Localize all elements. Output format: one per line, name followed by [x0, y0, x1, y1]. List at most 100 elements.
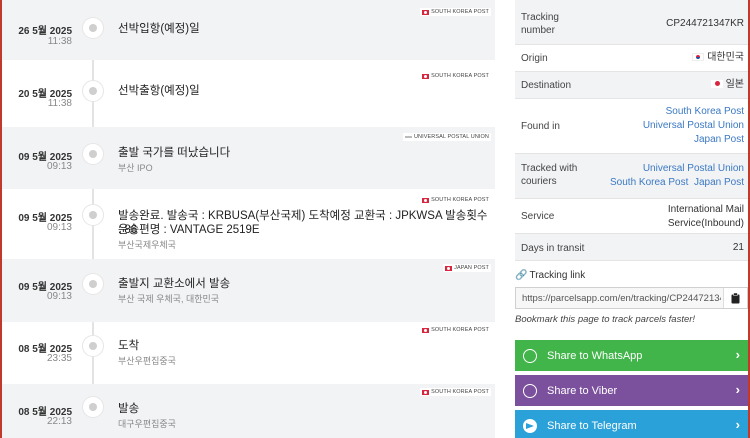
- tracking-link-input[interactable]: [516, 288, 721, 308]
- timeline-event: 20 5월 2025 11:38 선박출항(예정)일 SOUTH KOREA P…: [2, 64, 495, 126]
- event-title: 도착: [118, 340, 140, 352]
- event-location: 부산국제우체국: [118, 240, 176, 250]
- courier-name: SOUTH KOREA POST: [431, 327, 489, 333]
- courier-flag-icon: [422, 327, 430, 333]
- event-title: 발송: [118, 403, 140, 415]
- courier-link[interactable]: Japan Post: [694, 177, 744, 188]
- share-telegram-button[interactable]: Share to Telegram ›: [515, 410, 748, 438]
- timeline-dot: [82, 143, 104, 165]
- courier-tag: UNIVERSAL POSTAL UNION: [402, 133, 491, 141]
- courier-tag: SOUTH KOREA POST: [420, 196, 491, 204]
- courier-link[interactable]: South Korea Post: [610, 177, 688, 188]
- courier-flag-icon: [404, 136, 412, 138]
- viber-icon: [523, 383, 537, 398]
- share-whatsapp-button[interactable]: Share to WhatsApp ›: [515, 340, 748, 371]
- event-time: 23:35: [46, 353, 72, 364]
- service-value: International Mail Service(Inbound): [667, 204, 744, 229]
- destination-country: 일본: [725, 79, 744, 90]
- telegram-icon: [523, 418, 537, 433]
- tracking-number-row: Tracking number CP244721347KR: [515, 0, 748, 44]
- courier-tag: SOUTH KOREA POST: [420, 8, 491, 16]
- courier-flag-icon: [445, 265, 453, 271]
- timeline-event: 08 5월 2025 22:13 발송 대구우편집중국 SOUTH KOREA …: [2, 384, 495, 438]
- share-telegram-label: Share to Telegram: [547, 419, 637, 432]
- parcel-info-panel: Tracking number CP244721347KR Origin 대한민…: [515, 0, 748, 438]
- found-in-link[interactable]: Japan Post: [643, 133, 744, 147]
- event-time: 09:13: [46, 222, 72, 233]
- found-in-list: South Korea Post Universal Postal Union …: [643, 105, 744, 147]
- courier-name: SOUTH KOREA POST: [431, 389, 489, 395]
- courier-link[interactable]: Universal Postal Union: [610, 162, 744, 176]
- tracking-link-title: Tracking link: [529, 270, 586, 281]
- event-time: 09:13: [46, 161, 72, 172]
- courier-tag: SOUTH KOREA POST: [420, 326, 491, 334]
- event-time: 22:13: [46, 416, 72, 427]
- found-in-link[interactable]: Universal Postal Union: [643, 119, 744, 133]
- courier-name: SOUTH KOREA POST: [431, 73, 489, 79]
- service-label: Service: [521, 211, 555, 222]
- days-in-transit-row: Days in transit 21: [515, 233, 748, 261]
- destination-value: 일본: [710, 78, 744, 92]
- tracking-link-heading: 🔗 Tracking link: [515, 270, 585, 281]
- event-time: 11:38: [47, 36, 72, 47]
- timeline-dot: [82, 80, 104, 102]
- korea-flag-icon: [692, 53, 705, 61]
- timeline-dot: [82, 204, 104, 226]
- whatsapp-icon: [523, 348, 537, 363]
- courier-flag-icon: [422, 389, 430, 395]
- timeline-event: 08 5월 2025 23:35 도착 부산우편집중국 SOUTH KOREA …: [2, 323, 495, 383]
- origin-label: Origin: [521, 53, 548, 64]
- tracked-couriers-row: Tracked with couriers Universal Postal U…: [515, 153, 748, 198]
- timeline-dot: [82, 396, 104, 418]
- destination-label: Destination: [521, 80, 572, 91]
- event-title: 출발 국가를 떠났습니다: [118, 147, 231, 159]
- tracked-couriers-label: Tracked with couriers: [521, 163, 578, 187]
- courier-tag: SOUTH KOREA POST: [420, 388, 491, 396]
- copy-link-button[interactable]: [723, 288, 747, 308]
- timeline-dot: [82, 17, 104, 39]
- event-date: 26 5월 2025: [18, 26, 72, 37]
- event-title-line2: 운송편명 : VANTAGE 2519E: [118, 224, 260, 236]
- link-icon: 🔗: [515, 270, 528, 281]
- chevron-right-icon: ›: [735, 347, 740, 362]
- courier-name: UNIVERSAL POSTAL UNION: [413, 134, 489, 140]
- courier-tag: JAPAN POST: [443, 264, 491, 272]
- tracking-timeline: 26 5월 2025 11:38 선박입항(예정)일 SOUTH KOREA P…: [2, 0, 495, 438]
- found-in-row: Found in South Korea Post Universal Post…: [515, 98, 748, 153]
- tracking-number-value: CP244721347KR: [666, 18, 744, 29]
- origin-row: Origin 대한민국: [515, 44, 748, 71]
- share-viber-label: Share to Viber: [547, 384, 618, 397]
- courier-name: JAPAN POST: [454, 265, 489, 271]
- event-location: 대구우편집중국: [118, 419, 176, 429]
- courier-tag: SOUTH KOREA POST: [420, 72, 491, 80]
- service-row: Service International Mail Service(Inbou…: [515, 198, 748, 233]
- event-title: 출발지 교환소에서 발송: [118, 278, 231, 290]
- timeline-dot: [82, 335, 104, 357]
- event-title: 선박입항(예정)일: [118, 23, 200, 35]
- timeline-dot: [82, 273, 104, 295]
- tracking-link-box: [515, 287, 748, 309]
- timeline-event: 09 5월 2025 09:13 출발지 교환소에서 발송 부산 국제 우체국,…: [2, 259, 495, 322]
- clipboard-icon: [731, 292, 740, 303]
- event-location: 부산 IPO: [118, 163, 153, 173]
- share-viber-button[interactable]: Share to Viber ›: [515, 375, 748, 406]
- event-title: 선박출항(예정)일: [118, 85, 200, 97]
- origin-country: 대한민국: [707, 52, 744, 63]
- courier-flag-icon: [422, 197, 430, 203]
- courier-flag-icon: [422, 9, 430, 15]
- event-location: 부산 국제 우체국, 대한민국: [118, 294, 220, 304]
- found-in-link[interactable]: South Korea Post: [643, 105, 744, 119]
- event-time: 09:13: [46, 291, 72, 302]
- tracked-couriers-list: Universal Postal Union South Korea Post …: [610, 162, 744, 190]
- bookmark-hint: Bookmark this page to track parcels fast…: [515, 314, 696, 325]
- destination-row: Destination 일본: [515, 71, 748, 98]
- chevron-right-icon: ›: [735, 382, 740, 397]
- timeline-event: 09 5월 2025 09:13 출발 국가를 떠났습니다 부산 IPO UNI…: [2, 127, 495, 189]
- event-location: 부산우편집중국: [118, 356, 176, 366]
- tracking-number-label: Tracking number: [521, 12, 559, 36]
- event-time: 11:38: [47, 98, 72, 109]
- courier-name: SOUTH KOREA POST: [431, 197, 489, 203]
- timeline-event: 09 5월 2025 09:13 발송완료. 발송국 : KRBUSA(부산국제…: [2, 190, 495, 258]
- japan-flag-icon: [710, 80, 723, 88]
- found-in-label: Found in: [521, 121, 560, 132]
